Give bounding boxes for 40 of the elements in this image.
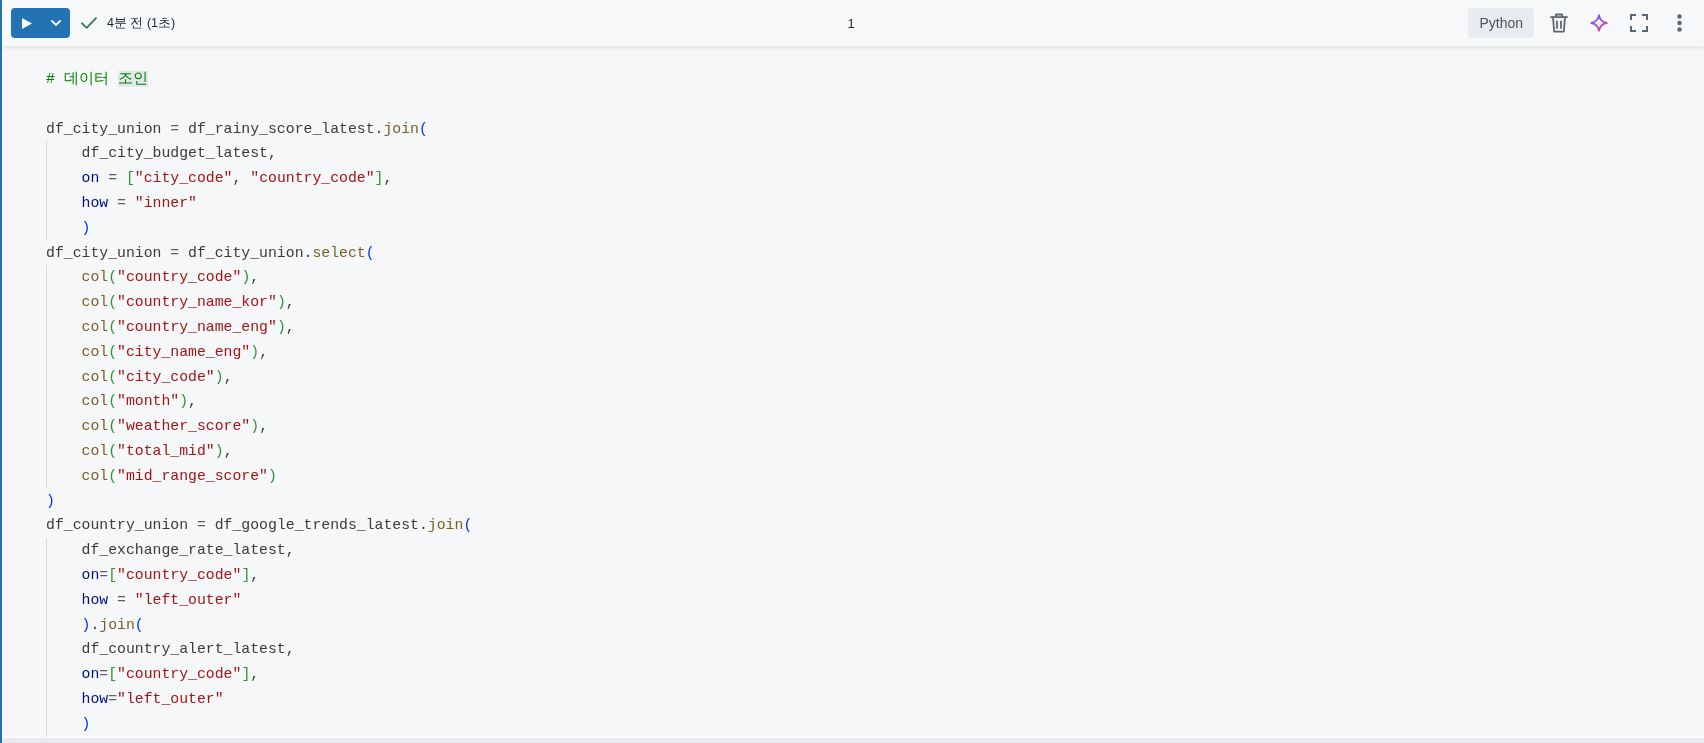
code-line: ): [81, 218, 91, 238]
code-line: ): [81, 714, 91, 734]
code-line: df_city_union = df_city_union.select(: [46, 243, 375, 263]
code-line: df_country_union = df_google_trends_latest.join(: [46, 516, 473, 536]
code-line: ): [46, 491, 55, 511]
code-line: how = "inner": [81, 194, 197, 213]
code-line: col("city_name_eng"),: [81, 342, 269, 362]
fullscreen-button[interactable]: [1627, 11, 1651, 35]
code-line: col("total_mid"),: [81, 441, 233, 461]
code-line: on=["country_code"],: [81, 665, 260, 685]
code-line: df_country_alert_latest,: [81, 640, 295, 660]
code-line: col("month"),: [81, 392, 197, 412]
code-line: col("country_name_kor"),: [81, 293, 295, 313]
code-line: df_exchange_rate_latest,: [81, 541, 295, 561]
code-line: col("country_name_eng"),: [81, 317, 295, 337]
code-line: how = "left_outer": [81, 590, 242, 610]
code-line: col("weather_score"),: [81, 417, 269, 437]
code-line: on = ["city_code", "country_code"],: [81, 169, 393, 189]
code-line: col("city_code"),: [81, 367, 233, 387]
code-line: df_city_union = df_rainy_score_latest.join(: [46, 119, 428, 139]
code-line: how="left_outer": [81, 689, 224, 709]
code-comment: # 데이터 조인: [46, 70, 148, 89]
trash-icon: [1550, 13, 1568, 33]
play-icon: [21, 17, 32, 29]
run-menu-button[interactable]: [42, 8, 70, 38]
caret-icon: [51, 20, 61, 26]
language-button[interactable]: Python: [1468, 8, 1534, 38]
code-line: col("country_code"),: [81, 268, 260, 288]
code-line: df_city_budget_latest,: [81, 144, 277, 164]
kebab-menu-icon: [1676, 14, 1682, 32]
code-line: col("mid_range_score"): [81, 466, 277, 486]
run-button[interactable]: [11, 8, 42, 38]
cell-title: 1: [847, 15, 855, 31]
expand-icon: [1630, 14, 1648, 32]
run-status-text: 4분 전 (1초): [107, 14, 176, 32]
code-line: ).join(: [81, 615, 144, 635]
assistant-button[interactable]: [1587, 11, 1611, 35]
sparkle-icon: [1590, 14, 1608, 32]
delete-button[interactable]: [1547, 11, 1571, 35]
code-line: on=["country_code"],: [81, 565, 260, 585]
